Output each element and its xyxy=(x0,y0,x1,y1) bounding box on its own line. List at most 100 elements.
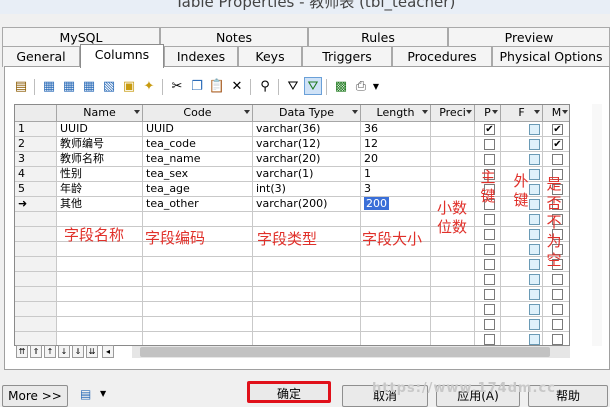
cell-name[interactable] xyxy=(57,302,143,317)
cell-length[interactable] xyxy=(361,212,431,227)
header-precision[interactable]: Preci xyxy=(431,105,475,122)
cell-length[interactable]: 3 xyxy=(361,182,431,197)
cell-data-type[interactable] xyxy=(253,332,361,345)
primary-checkbox[interactable] xyxy=(484,304,495,315)
cell-name[interactable] xyxy=(57,287,143,302)
cell-name[interactable]: 教师编号 xyxy=(57,137,143,152)
excel-export-icon[interactable]: ▩ xyxy=(332,77,350,95)
cell-data-type[interactable]: varchar(36) xyxy=(253,122,361,137)
cell-code[interactable]: tea_sex xyxy=(143,167,253,182)
cell-code[interactable] xyxy=(143,332,253,345)
move-page-down-icon[interactable]: ⇓ xyxy=(72,345,84,358)
cell-data-type[interactable] xyxy=(253,287,361,302)
move-bottom-icon[interactable]: ⇊ xyxy=(86,345,98,358)
primary-checkbox[interactable] xyxy=(484,334,495,345)
primary-checkbox[interactable] xyxy=(484,229,495,240)
cell-length[interactable] xyxy=(361,272,431,287)
cell-precision[interactable] xyxy=(431,182,475,197)
cell-length[interactable]: 36 xyxy=(361,122,431,137)
foreign-checkbox[interactable] xyxy=(529,289,540,300)
cut-icon[interactable]: ✂ xyxy=(168,77,186,95)
tab-physical-options[interactable]: Physical Options xyxy=(492,46,610,67)
cell-code[interactable] xyxy=(143,317,253,332)
cell-data-type[interactable] xyxy=(253,272,361,287)
cell-length[interactable]: 1 xyxy=(361,167,431,182)
table-row[interactable]: 1 UUID UUID varchar(36) 36 ✔ ✔ xyxy=(15,122,569,137)
tab-procedures[interactable]: Procedures xyxy=(392,46,492,67)
ok-button[interactable]: 确定 xyxy=(247,381,331,403)
cell-data-type[interactable]: varchar(1) xyxy=(253,167,361,182)
move-down-icon[interactable]: ↓ xyxy=(58,345,70,358)
cell-precision[interactable] xyxy=(431,287,475,302)
primary-checkbox[interactable] xyxy=(484,244,495,255)
cell-name[interactable]: 其他 xyxy=(57,197,143,212)
primary-checkbox[interactable] xyxy=(484,139,495,150)
cell-data-type[interactable] xyxy=(253,317,361,332)
header-mandatory[interactable]: M xyxy=(543,105,569,122)
properties-icon[interactable]: ▤ xyxy=(12,77,30,95)
scroll-left-icon[interactable]: ◂ xyxy=(102,345,114,358)
chevron-down-icon[interactable] xyxy=(244,110,250,114)
foreign-checkbox[interactable] xyxy=(529,334,540,345)
foreign-checkbox[interactable] xyxy=(529,229,540,240)
foreign-checkbox[interactable] xyxy=(529,139,540,150)
tab-general[interactable]: General xyxy=(2,46,80,67)
cell-code[interactable] xyxy=(143,212,253,227)
cell-code[interactable]: UUID xyxy=(143,122,253,137)
mandatory-checkbox[interactable] xyxy=(552,274,563,285)
cell-data-type[interactable]: varchar(200) xyxy=(253,197,361,212)
chevron-down-icon[interactable] xyxy=(134,110,140,114)
cell-data-type[interactable]: varchar(12) xyxy=(253,137,361,152)
header-foreign[interactable]: F xyxy=(501,105,543,122)
cell-length[interactable] xyxy=(361,287,431,302)
customize-columns-icon[interactable]: ⛛ xyxy=(304,77,322,95)
tab-preview[interactable]: Preview xyxy=(448,27,610,48)
mandatory-checkbox[interactable] xyxy=(552,154,563,165)
horizontal-scrollbar[interactable] xyxy=(132,346,570,358)
cell-precision[interactable] xyxy=(431,167,475,182)
chevron-down-icon[interactable] xyxy=(422,110,428,114)
cell-data-type[interactable]: varchar(20) xyxy=(253,152,361,167)
cell-data-type[interactable]: int(3) xyxy=(253,182,361,197)
move-page-up-icon[interactable]: ⇑ xyxy=(30,345,42,358)
primary-checkbox[interactable] xyxy=(484,289,495,300)
table-row[interactable] xyxy=(15,332,569,345)
cell-precision[interactable] xyxy=(431,272,475,287)
cell-code[interactable] xyxy=(143,257,253,272)
cell-precision[interactable] xyxy=(431,257,475,272)
paste-icon[interactable]: 📋 xyxy=(208,77,226,95)
foreign-checkbox[interactable] xyxy=(529,274,540,285)
cell-length[interactable] xyxy=(361,317,431,332)
cell-length[interactable] xyxy=(361,257,431,272)
foreign-checkbox[interactable] xyxy=(529,304,540,315)
foreign-checkbox[interactable] xyxy=(529,199,540,210)
foreign-checkbox[interactable] xyxy=(529,184,540,195)
tab-keys[interactable]: Keys xyxy=(238,46,302,67)
cell-precision[interactable] xyxy=(431,302,475,317)
foreign-checkbox[interactable] xyxy=(529,169,540,180)
cell-code[interactable] xyxy=(143,302,253,317)
delete-icon[interactable]: ✕ xyxy=(228,77,246,95)
header-length[interactable]: Length xyxy=(361,105,431,122)
tab-triggers[interactable]: Triggers xyxy=(302,46,392,67)
cell-length[interactable] xyxy=(361,332,431,345)
table-row[interactable] xyxy=(15,257,569,272)
cell-data-type[interactable] xyxy=(253,257,361,272)
cell-code[interactable]: tea_name xyxy=(143,152,253,167)
cell-precision[interactable] xyxy=(431,137,475,152)
header-name[interactable]: Name xyxy=(57,105,143,122)
add-column-icon[interactable]: ▦ xyxy=(80,77,98,95)
cell-code[interactable] xyxy=(143,272,253,287)
table-row[interactable] xyxy=(15,287,569,302)
print-dropdown-icon[interactable]: ▼ xyxy=(370,77,382,95)
chevron-down-icon[interactable] xyxy=(466,110,472,114)
select-columns-icon[interactable]: ▧ xyxy=(100,77,118,95)
cell-name[interactable] xyxy=(57,272,143,287)
chevron-down-icon[interactable] xyxy=(562,110,568,114)
chevron-down-icon[interactable] xyxy=(352,110,358,114)
cell-code[interactable]: tea_other xyxy=(143,197,253,212)
mandatory-checkbox[interactable]: ✔ xyxy=(552,139,563,150)
foreign-checkbox[interactable] xyxy=(529,319,540,330)
foreign-checkbox[interactable] xyxy=(529,244,540,255)
mandatory-checkbox[interactable] xyxy=(552,289,563,300)
